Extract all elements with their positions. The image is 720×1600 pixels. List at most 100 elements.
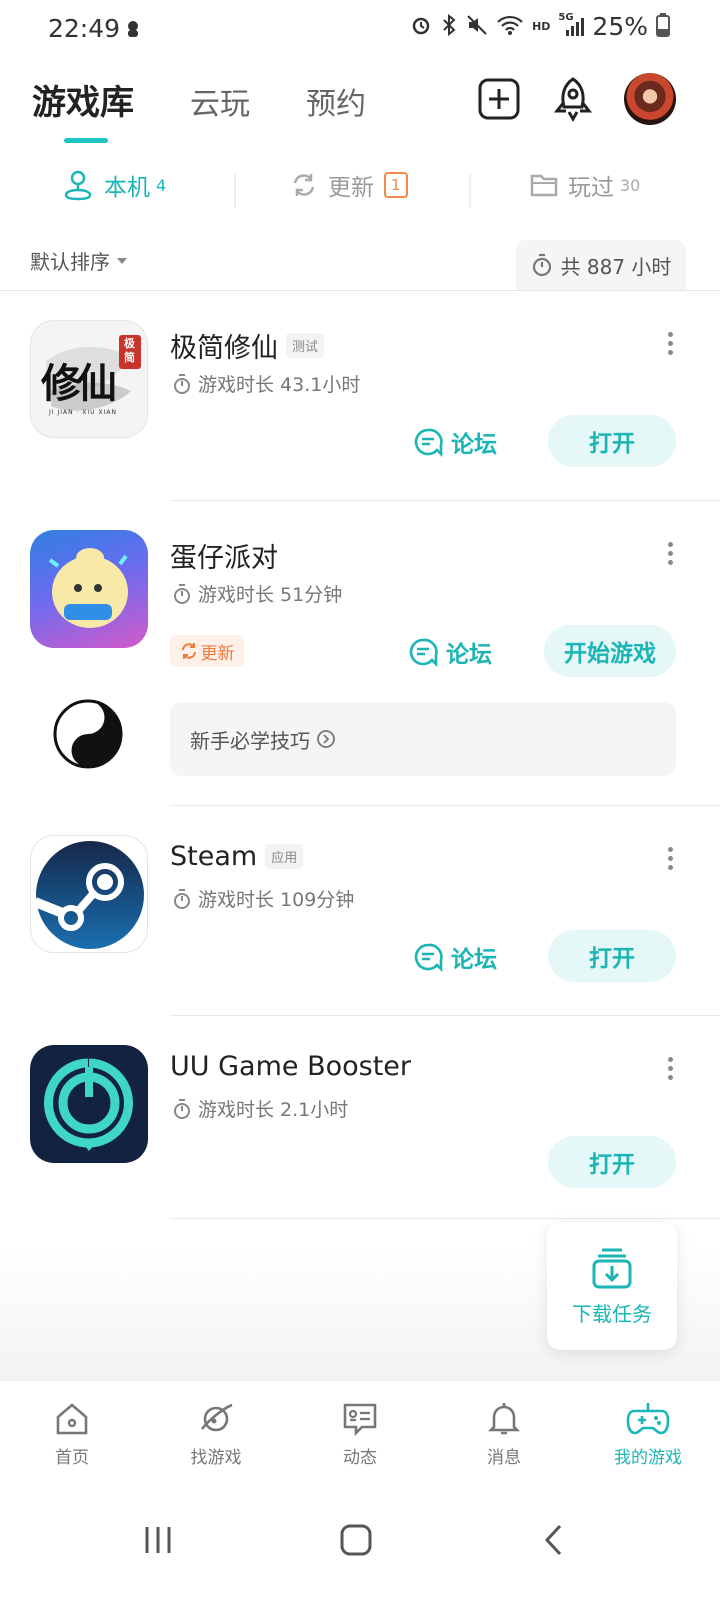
battery-icon <box>656 12 670 41</box>
filter-local[interactable]: 本机 4 <box>62 168 166 202</box>
chat-bubble-icon <box>414 428 443 457</box>
folder-icon <box>530 174 558 197</box>
wifi-icon <box>496 14 524 40</box>
game-icon-jijian-xiuxian[interactable]: 修仙 极简 JI JIAN · XIU XIAN <box>30 320 148 438</box>
filter-local-label: 本机 <box>104 175 150 201</box>
feed-icon <box>343 1403 377 1437</box>
refresh-icon <box>181 643 196 659</box>
filter-local-count: 4 <box>156 175 167 195</box>
download-tasks-button[interactable]: 下载任务 <box>547 1222 677 1350</box>
system-nav-bar <box>0 1490 720 1600</box>
planet-icon <box>200 1403 233 1432</box>
update-count-badge: 1 <box>384 172 408 198</box>
tab-reservation[interactable]: 预约 <box>306 79 366 123</box>
game-name[interactable]: 极简修仙 <box>170 326 278 365</box>
filter-update-label: 更新 <box>328 175 374 201</box>
steam-logo-icon <box>33 841 144 949</box>
battery-percent: 25% <box>592 12 648 41</box>
play-time-text: 游戏时长 51分钟 <box>198 584 343 606</box>
cellular-signal-icon: 5G <box>558 12 585 38</box>
game-name[interactable]: UU Game Booster <box>170 1051 411 1082</box>
game-name[interactable]: Steam <box>170 841 257 872</box>
open-button[interactable]: 打开 <box>548 930 676 982</box>
game-title-row: 极简修仙 测试 <box>170 326 325 365</box>
download-tray-icon <box>592 1248 632 1288</box>
play-time: 游戏时长 51分钟 <box>172 580 342 607</box>
divider <box>170 1015 720 1016</box>
filter-update[interactable]: 更新 1 <box>290 168 408 202</box>
more-options-icon[interactable] <box>665 542 675 565</box>
game-name[interactable]: 蛋仔派对 <box>170 536 278 575</box>
plus-square-icon <box>478 78 520 120</box>
stopwatch-icon <box>174 373 190 394</box>
forum-button[interactable]: 论坛 <box>413 940 497 974</box>
open-button[interactable]: 打开 <box>548 415 676 467</box>
divider <box>469 174 471 208</box>
bottom-nav: 首页 找游戏 动态 消息 我的游戏 <box>0 1380 720 1490</box>
total-play-time-text: 共 887 小时 <box>560 254 672 279</box>
start-game-button[interactable]: 开始游戏 <box>544 625 676 677</box>
eggy-character-icon <box>48 548 128 628</box>
home-icon <box>56 1403 88 1435</box>
sort-label: 默认排序 <box>30 250 110 274</box>
forum-button[interactable]: 论坛 <box>413 425 497 459</box>
stopwatch-icon <box>532 253 551 277</box>
nav-home[interactable]: 首页 <box>0 1381 144 1490</box>
nav-messages-label: 消息 <box>487 1448 521 1468</box>
nav-my-games-label: 我的游戏 <box>614 1448 682 1468</box>
newbie-tips-link[interactable]: 新手必学技巧 <box>170 702 676 776</box>
filter-played[interactable]: 玩过 30 <box>530 168 640 202</box>
update-badge-label: 更新 <box>200 643 235 664</box>
open-button[interactable]: 打开 <box>548 1136 676 1188</box>
game-title-row: Steam 应用 <box>170 841 304 872</box>
nav-messages[interactable]: 消息 <box>432 1381 576 1490</box>
total-play-time: 共 887 小时 <box>516 240 686 290</box>
joystick-icon <box>64 170 92 201</box>
game-icon-eggy-party[interactable] <box>30 530 148 648</box>
game-icon-steam[interactable] <box>30 835 148 953</box>
chat-bubble-icon <box>414 943 443 972</box>
recent-apps-button[interactable] <box>128 1510 188 1570</box>
play-time: 游戏时长 109分钟 <box>172 885 354 912</box>
status-bar: 22:49 HD 5G 25% <box>0 0 720 60</box>
forum-label: 论坛 <box>451 432 497 458</box>
nav-home-label: 首页 <box>55 1448 89 1468</box>
silent-mode-icon <box>122 18 144 44</box>
bluetooth-icon <box>440 13 458 40</box>
tab-game-library[interactable]: 游戏库 <box>32 75 134 124</box>
hd-indicator: HD <box>532 20 551 33</box>
stopwatch-icon <box>174 888 190 909</box>
back-button[interactable] <box>524 1510 584 1570</box>
nav-feed-label: 动态 <box>343 1448 377 1468</box>
play-time: 游戏时长 43.1小时 <box>172 370 360 397</box>
more-options-icon[interactable] <box>665 847 675 870</box>
forum-button[interactable]: 论坛 <box>408 635 492 669</box>
tab-cloud-play[interactable]: 云玩 <box>190 79 250 123</box>
status-time: 22:49 <box>48 14 121 43</box>
home-button[interactable] <box>326 1510 386 1570</box>
game-title-row: UU Game Booster <box>170 1051 411 1082</box>
nav-find-games-label: 找游戏 <box>190 1448 242 1468</box>
nav-feed[interactable]: 动态 <box>288 1381 432 1490</box>
nav-find-games[interactable]: 找游戏 <box>144 1381 288 1490</box>
filter-tabs: 本机 4 更新 1 玩过 30 <box>0 160 720 220</box>
icon-calligraphy-text: 修仙 <box>41 360 117 407</box>
refresh-icon <box>293 174 315 196</box>
caret-down-icon <box>117 257 127 264</box>
nav-my-games[interactable]: 我的游戏 <box>576 1381 720 1490</box>
add-game-button[interactable] <box>474 74 524 124</box>
game-title-row: 蛋仔派对 <box>170 536 278 575</box>
tips-label: 新手必学技巧 <box>190 728 310 753</box>
more-options-icon[interactable] <box>665 332 675 355</box>
more-options-icon[interactable] <box>665 1057 675 1080</box>
bell-icon <box>487 1403 521 1435</box>
game-icon-uu-booster[interactable] <box>30 1045 148 1163</box>
top-tabs: 游戏库 云玩 预约 <box>32 75 422 124</box>
accelerator-button[interactable] <box>548 74 598 124</box>
sort-dropdown[interactable]: 默认排序 <box>30 246 128 275</box>
gamepad-icon <box>626 1403 670 1435</box>
avatar[interactable] <box>624 73 676 125</box>
update-badge[interactable]: 更新 <box>170 635 244 667</box>
forum-label: 论坛 <box>451 947 497 973</box>
play-time-text: 游戏时长 109分钟 <box>198 889 355 911</box>
